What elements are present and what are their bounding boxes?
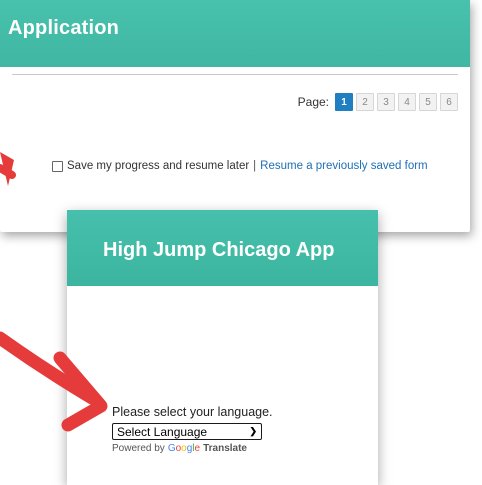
- page-3-button[interactable]: 3: [377, 93, 395, 111]
- language-card: High Jump Chicago App Please select your…: [67, 210, 378, 485]
- powered-by-label: Powered by: [112, 443, 165, 454]
- language-prompt: Please select your language.: [112, 405, 273, 419]
- separator: |: [253, 160, 257, 172]
- form-title: High Jump Chicago App: [103, 239, 335, 261]
- language-select-value: Select Language: [117, 424, 208, 439]
- header-divider: [12, 74, 458, 75]
- language-select[interactable]: Select Language ❯: [112, 423, 262, 440]
- language-selector-block: Please select your language. Select Lang…: [112, 405, 273, 454]
- save-progress-checkbox[interactable]: [52, 160, 63, 172]
- translate-label: Translate: [203, 443, 247, 454]
- page-6-button[interactable]: 6: [440, 93, 458, 111]
- resume-saved-form-link[interactable]: Resume a previously saved form: [260, 160, 427, 172]
- page-1-button[interactable]: 1: [335, 93, 353, 111]
- application-header-banner: Application: [0, 0, 470, 67]
- application-form-card: Application Page: 1 2 3 4 5 6 Save my pr…: [0, 0, 470, 232]
- pagination: Page: 1 2 3 4 5 6: [298, 93, 458, 111]
- google-translate-attribution: Powered by Google Translate: [112, 443, 273, 454]
- chevron-down-icon: ❯: [249, 426, 257, 436]
- save-progress-label[interactable]: Save my progress and resume later: [67, 160, 249, 172]
- save-progress-row: Save my progress and resume later | Resu…: [52, 160, 428, 172]
- page-2-button[interactable]: 2: [356, 93, 374, 111]
- page-5-button[interactable]: 5: [419, 93, 437, 111]
- page-title: Application: [8, 17, 120, 39]
- page-4-button[interactable]: 4: [398, 93, 416, 111]
- high-jump-header-banner: High Jump Chicago App: [67, 210, 378, 286]
- pagination-label: Page:: [297, 95, 329, 109]
- google-logo[interactable]: Google: [168, 443, 200, 454]
